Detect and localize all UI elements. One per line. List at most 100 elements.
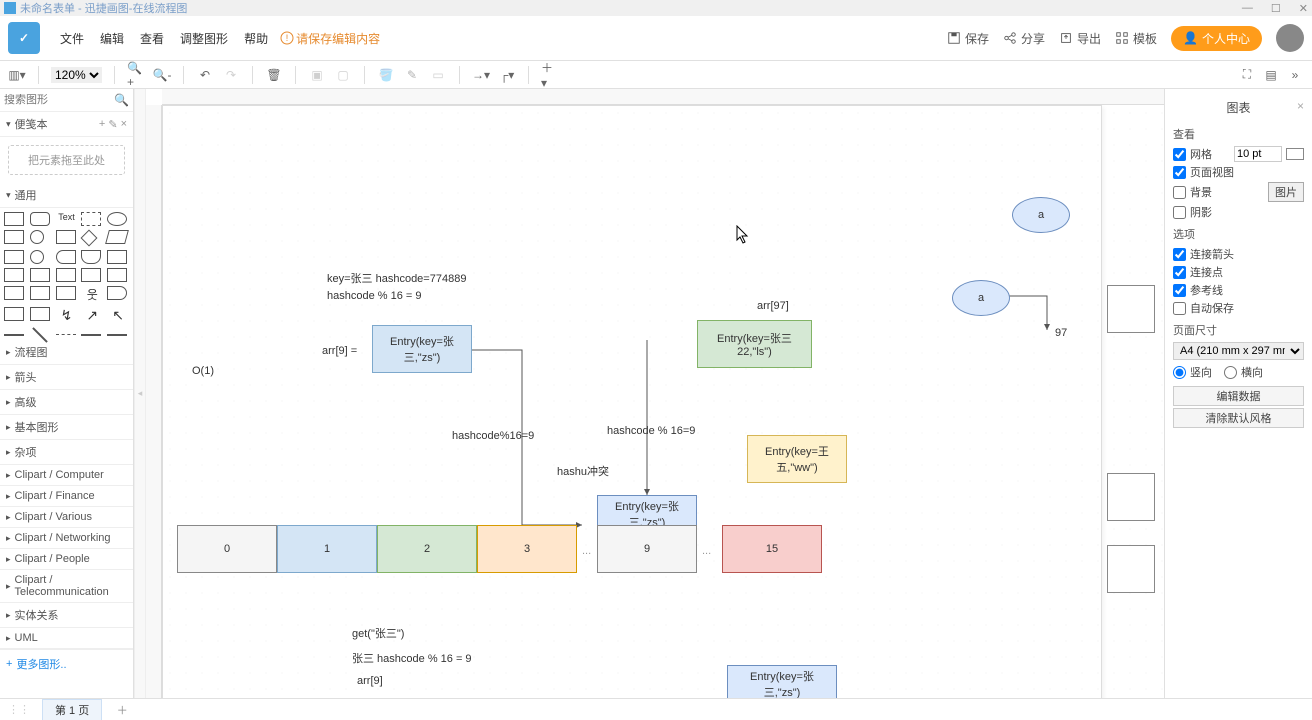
chk-bg[interactable]	[1173, 186, 1186, 199]
shape-square[interactable]	[4, 230, 24, 244]
splitter-left[interactable]: ◂	[134, 89, 146, 698]
cell-1[interactable]: 1	[277, 525, 377, 573]
zoom-select[interactable]: 120%	[51, 67, 102, 83]
shape-s10[interactable]	[107, 268, 127, 282]
shape-dashed[interactable]	[56, 334, 76, 335]
to-front-icon[interactable]: ▣	[308, 66, 326, 84]
cat-flowchart[interactable]: 流程图	[0, 340, 133, 365]
chk-shadow[interactable]	[1173, 206, 1186, 219]
rect-icon[interactable]: ▭	[429, 66, 447, 84]
menu-view[interactable]: 查看	[132, 30, 172, 47]
shape-diamond[interactable]	[81, 230, 98, 247]
ellipse-a-1[interactable]: a	[1012, 197, 1070, 233]
shape-curve-arrow[interactable]: ↯	[56, 307, 78, 324]
scratch-edit-icon[interactable]: ✎	[108, 118, 117, 131]
section-general[interactable]: 通用	[0, 183, 133, 208]
minimize-icon[interactable]: —	[1242, 2, 1253, 15]
maximize-icon[interactable]: ☐	[1271, 2, 1281, 15]
shape-rect[interactable]	[4, 212, 24, 226]
cell-3[interactable]: 3	[477, 525, 577, 573]
grid-color[interactable]	[1286, 148, 1304, 160]
shape-line4[interactable]	[107, 334, 127, 336]
shape-line1[interactable]	[4, 334, 24, 336]
cell-0[interactable]: 0	[177, 525, 277, 573]
shape-s6[interactable]	[4, 268, 24, 282]
chk-conn-arrow[interactable]	[1173, 248, 1186, 261]
scratch-add-icon[interactable]: +	[99, 118, 105, 131]
panel-close-icon[interactable]: ×	[1297, 99, 1304, 113]
chk-pageview[interactable]	[1173, 166, 1186, 179]
more-shapes[interactable]: +更多图形..	[0, 649, 133, 678]
save-button[interactable]: 保存	[947, 30, 989, 47]
cat-basic[interactable]: 基本图形	[0, 415, 133, 440]
profile-button[interactable]: 👤 个人中心	[1171, 26, 1262, 51]
shape-text[interactable]: Text	[56, 212, 78, 226]
shape-s2[interactable]	[30, 250, 44, 264]
shape-s11[interactable]	[4, 286, 24, 300]
shape-process[interactable]	[56, 230, 76, 244]
pencil-icon[interactable]: ✎	[403, 66, 421, 84]
shape-s4[interactable]	[81, 250, 101, 264]
menu-adjust[interactable]: 调整图形	[172, 30, 236, 47]
edit-data-button[interactable]: 编辑数据	[1173, 386, 1304, 406]
avatar[interactable]	[1276, 24, 1304, 52]
entry-ls-box[interactable]: Entry(key=张三22,"ls")	[697, 320, 812, 368]
shape-s16[interactable]	[30, 307, 50, 321]
zoom-out-icon[interactable]: 🔍-	[153, 66, 171, 84]
connector-icon[interactable]: ┌▾	[498, 66, 516, 84]
cell-2[interactable]: 2	[377, 525, 477, 573]
panel-toggle-icon[interactable]: ▤	[1262, 66, 1280, 84]
shape-arrow-ne[interactable]: ↗	[81, 307, 103, 324]
cat-various[interactable]: Clipart / Various	[0, 507, 133, 528]
search-input[interactable]	[4, 94, 104, 106]
zoom-in-icon[interactable]: 🔍+	[127, 66, 145, 84]
to-back-icon[interactable]: ▢	[334, 66, 352, 84]
box-right-3[interactable]	[1107, 545, 1155, 593]
template-button[interactable]: 模板	[1115, 30, 1157, 47]
bg-image-button[interactable]: 图片	[1268, 182, 1304, 202]
shape-s12[interactable]	[30, 286, 50, 300]
delete-icon[interactable]: 🗑	[265, 66, 283, 84]
collapse-right-icon[interactable]: »	[1286, 66, 1304, 84]
shape-ellipse[interactable]	[107, 212, 127, 226]
add-icon[interactable]: ＋▾	[541, 66, 559, 84]
shape-s7[interactable]	[30, 268, 50, 282]
cat-advanced[interactable]: 高级	[0, 390, 133, 415]
entry-zs3-box[interactable]: Entry(key=张三,"zs")	[727, 665, 837, 698]
cat-misc[interactable]: 杂项	[0, 440, 133, 465]
shape-s1[interactable]	[4, 250, 24, 264]
cat-telecom[interactable]: Clipart / Telecommunication	[0, 570, 133, 603]
chk-autosave[interactable]	[1173, 302, 1186, 315]
menu-help[interactable]: 帮助	[236, 30, 276, 47]
shape-textbox[interactable]	[81, 212, 101, 226]
radio-landscape[interactable]	[1224, 366, 1237, 379]
cat-finance[interactable]: Clipart / Finance	[0, 486, 133, 507]
scratch-dropzone[interactable]: 把元素拖至此处	[8, 145, 125, 175]
shape-parallel[interactable]	[105, 230, 129, 244]
shape-s3[interactable]	[56, 250, 76, 264]
shape-s5[interactable]	[107, 250, 127, 264]
scratch-close-icon[interactable]: ×	[121, 118, 127, 131]
shape-s14[interactable]	[107, 286, 127, 300]
fill-icon[interactable]: 🪣	[377, 66, 395, 84]
menu-file[interactable]: 文件	[52, 30, 92, 47]
share-button[interactable]: 分享	[1003, 30, 1045, 47]
shape-line3[interactable]	[81, 334, 101, 336]
cat-arrow[interactable]: 箭头	[0, 365, 133, 390]
chk-guide[interactable]	[1173, 284, 1186, 297]
grid-size-input[interactable]	[1234, 146, 1282, 162]
entry-ww-box[interactable]: Entry(key=王五,"ww")	[747, 435, 847, 483]
shape-arrow-nw[interactable]: ↖	[107, 307, 129, 324]
entry-zs-box[interactable]: Entry(key=张三,"zs")	[372, 325, 472, 373]
cat-uml[interactable]: UML	[0, 628, 133, 649]
box-right-1[interactable]	[1107, 285, 1155, 333]
menu-edit[interactable]: 编辑	[92, 30, 132, 47]
clear-style-button[interactable]: 清除默认风格	[1173, 408, 1304, 428]
search-icon[interactable]: 🔍	[114, 93, 129, 107]
section-scratch[interactable]: 便笺本 + ✎ ×	[0, 112, 133, 137]
close-icon[interactable]: ✕	[1299, 2, 1308, 15]
canvas-area[interactable]: O(1) key=张三 hashcode=774889 hashcode % 1…	[146, 89, 1164, 698]
pagesize-select[interactable]: A4 (210 mm x 297 mm)	[1173, 342, 1304, 360]
page-tab-1[interactable]: 第 1 页	[42, 699, 102, 720]
export-button[interactable]: 导出	[1059, 30, 1101, 47]
